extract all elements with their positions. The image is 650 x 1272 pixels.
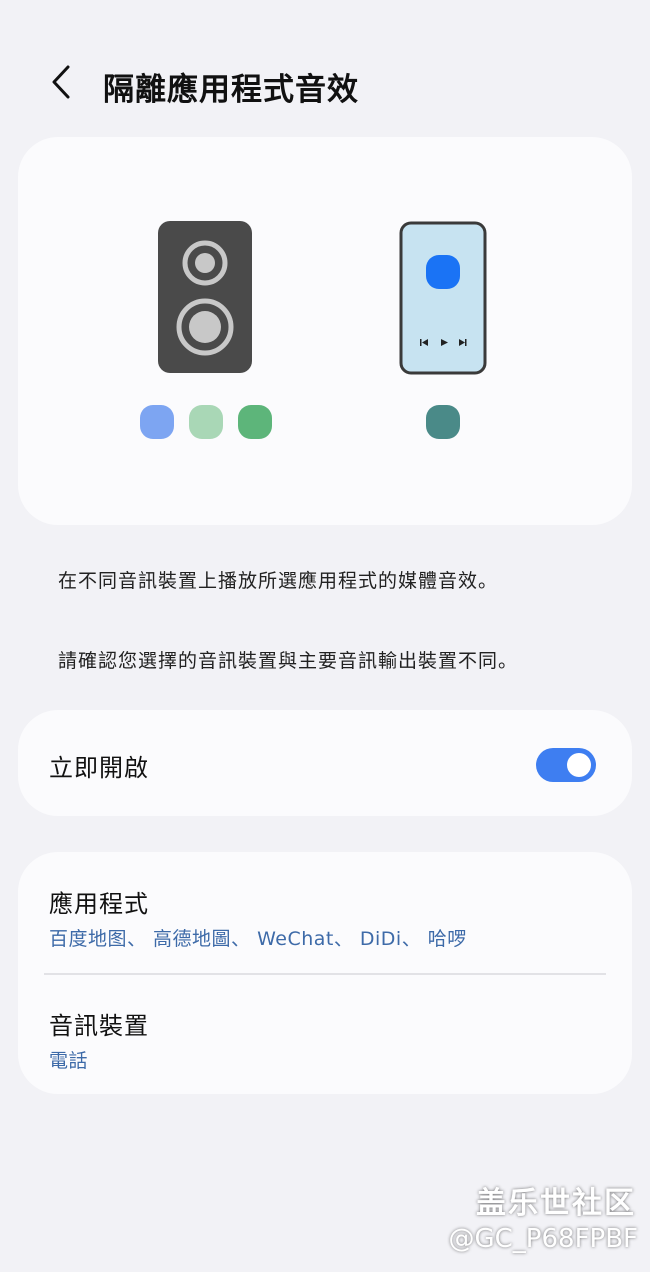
page-title: 隔離應用程式音效	[103, 72, 359, 108]
apps-title: 應用程式	[49, 890, 149, 918]
description-line-2: 請確認您選擇的音訊裝置與主要音訊輸出裝置不同。	[58, 650, 519, 672]
app-dot-blue	[140, 405, 174, 439]
audio-device-value: 電話	[49, 1050, 89, 1072]
apps-setting-item[interactable]: 應用程式 百度地图、 高德地圖、 WeChat、 DiDi、 哈啰	[18, 852, 632, 972]
description-line-1: 在不同音訊裝置上播放所選應用程式的媒體音效。	[58, 570, 499, 592]
toggle-label: 立即開啟	[49, 754, 149, 782]
illustration	[140, 221, 487, 439]
app-header: 隔離應用程式音效	[0, 50, 650, 120]
chevron-left-icon	[52, 65, 70, 99]
audio-device-setting-item[interactable]: 音訊裝置 電話	[18, 974, 632, 1094]
enable-switch[interactable]	[536, 748, 596, 782]
app-dot-teal	[426, 405, 460, 439]
app-dot-lightgreen	[189, 405, 223, 439]
phone-icon	[399, 221, 487, 375]
app-dot-green	[238, 405, 272, 439]
toggle-card[interactable]: 立即開啟	[18, 710, 632, 816]
back-button[interactable]	[40, 60, 84, 104]
switch-knob	[567, 753, 591, 777]
settings-card: 應用程式 百度地图、 高德地圖、 WeChat、 DiDi、 哈啰 音訊裝置 電…	[18, 852, 632, 1094]
apps-value: 百度地图、 高德地圖、 WeChat、 DiDi、 哈啰	[49, 928, 467, 950]
audio-device-title: 音訊裝置	[49, 1012, 149, 1040]
illustration-card	[18, 137, 632, 525]
speaker-icon	[158, 221, 252, 373]
watermark-user: @GC_P68FPBF	[448, 1224, 639, 1254]
watermark-community: 盖乐世社区	[476, 1186, 636, 1221]
